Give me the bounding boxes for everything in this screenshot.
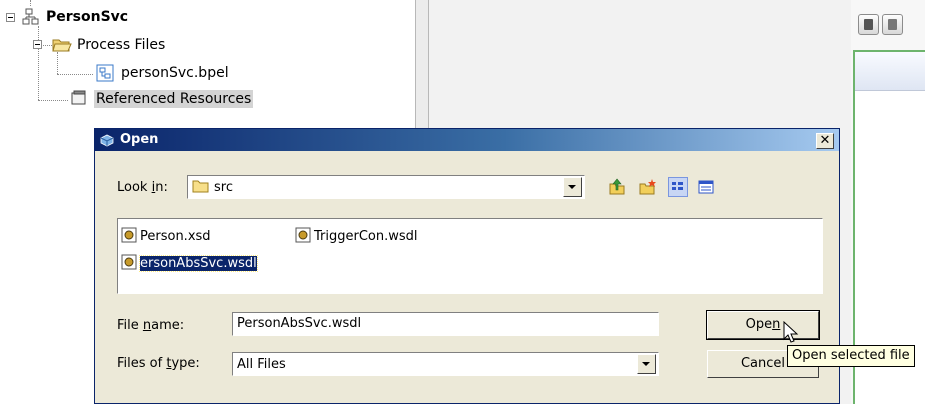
- tooltip: Open selected file: [787, 345, 915, 367]
- details-view-icon[interactable]: [696, 177, 716, 197]
- tree-collapse-toggle[interactable]: [6, 13, 15, 22]
- resources-folder-icon: [70, 90, 88, 106]
- tree-item-referenced-resources[interactable]: Referenced Resources: [94, 90, 254, 108]
- look-in-value: src: [214, 180, 233, 195]
- file-name-label: File name:: [117, 318, 185, 333]
- file-type-label: Files of type:: [117, 356, 200, 371]
- list-view-icon[interactable]: [668, 177, 688, 197]
- canvas-header: [855, 52, 925, 91]
- file-type-select[interactable]: [232, 352, 659, 376]
- list-item[interactable]: Person.xsd: [121, 227, 211, 245]
- new-folder-icon[interactable]: [638, 177, 658, 197]
- design-toolbar-button-1[interactable]: [858, 14, 879, 35]
- wsdl-file-icon: [121, 254, 137, 270]
- tree-connector: [30, 0, 31, 6]
- java-cup-icon: [99, 132, 115, 148]
- dialog-titlebar[interactable]: [95, 129, 839, 151]
- chevron-down-icon[interactable]: [563, 177, 582, 197]
- list-item[interactable]: TriggerCon.wsdl: [295, 227, 418, 245]
- tree-item-process-files[interactable]: Process Files: [77, 36, 165, 54]
- tree-connector: [57, 74, 93, 75]
- wsdl-file-icon: [295, 227, 311, 243]
- close-icon: ✕: [819, 133, 831, 148]
- open-button[interactable]: Open: [706, 310, 820, 340]
- list-item-selected[interactable]: ersonAbsSvc.wsdl: [121, 254, 258, 272]
- tree-item-personsvc[interactable]: PersonSvc: [46, 8, 128, 26]
- file-name-field[interactable]: PersonAbsSvc.wsdl: [232, 312, 659, 336]
- file-type-value: All Files: [237, 357, 286, 372]
- design-toolbar-button-2[interactable]: [882, 14, 903, 35]
- chevron-down-icon[interactable]: [637, 354, 656, 374]
- service-icon: [22, 8, 40, 26]
- tree-connector: [38, 100, 68, 101]
- mouse-cursor-icon: [783, 320, 801, 345]
- dialog-title: Open: [120, 132, 159, 147]
- tree-collapse-toggle[interactable]: [33, 40, 42, 49]
- schema-file-icon: [121, 227, 137, 243]
- bpel-file-icon: [96, 64, 114, 82]
- open-folder-icon: [52, 36, 72, 54]
- folder-icon: [192, 179, 210, 194]
- look-in-combo[interactable]: [187, 175, 585, 199]
- tree-connector: [38, 26, 39, 100]
- tree-connector: [57, 52, 58, 74]
- close-button[interactable]: ✕: [816, 133, 834, 149]
- look-in-label: Look in:: [117, 180, 168, 195]
- tree-item-bpel-file[interactable]: personSvc.bpel: [121, 64, 229, 82]
- up-folder-icon[interactable]: [607, 177, 627, 197]
